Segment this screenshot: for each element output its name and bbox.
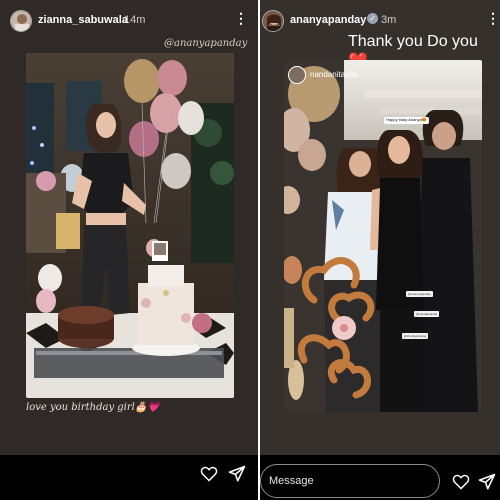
story-username[interactable]: zianna_sabuwala xyxy=(38,14,128,26)
story-left: zianna_sabuwala 14m ⋮ @ananyapanday love… xyxy=(0,0,258,500)
story-right: ananyapanday ✓ 3m ⋮ Thank you Do you ❤️ xyxy=(260,0,500,500)
verified-badge-icon: ✓ xyxy=(367,13,378,24)
photo-tag[interactable]: @chunkypanday xyxy=(402,333,429,339)
story-mention[interactable]: @ananyapanday xyxy=(164,38,247,49)
story-caption: love you birthday girl🎂💗 xyxy=(26,402,160,413)
heart-icon[interactable] xyxy=(200,466,218,482)
photo-sticker: Happy bday Ananya😍 xyxy=(384,117,429,124)
photo-tag[interactable]: @nandanitasha xyxy=(414,311,440,317)
story-username[interactable]: ananyapanday xyxy=(290,14,366,26)
story-time: 14m xyxy=(124,14,146,26)
avatar[interactable] xyxy=(262,10,284,32)
story-time: 3m xyxy=(381,14,397,26)
avatar[interactable] xyxy=(10,10,32,32)
story-photo xyxy=(26,53,234,398)
reshared-username[interactable]: nandanitasha xyxy=(310,70,358,79)
heart-icon[interactable] xyxy=(452,474,470,490)
message-input[interactable] xyxy=(260,464,440,498)
reshare-avatar[interactable] xyxy=(288,66,306,84)
photo-tag[interactable]: @ananyapanday xyxy=(406,291,433,297)
send-icon[interactable] xyxy=(228,465,246,483)
story-photo xyxy=(284,60,482,412)
send-icon[interactable] xyxy=(478,473,496,491)
story-divider xyxy=(258,0,260,500)
more-vertical-icon[interactable]: ⋮ xyxy=(234,11,248,25)
more-vertical-icon[interactable]: ⋮ xyxy=(486,11,500,25)
